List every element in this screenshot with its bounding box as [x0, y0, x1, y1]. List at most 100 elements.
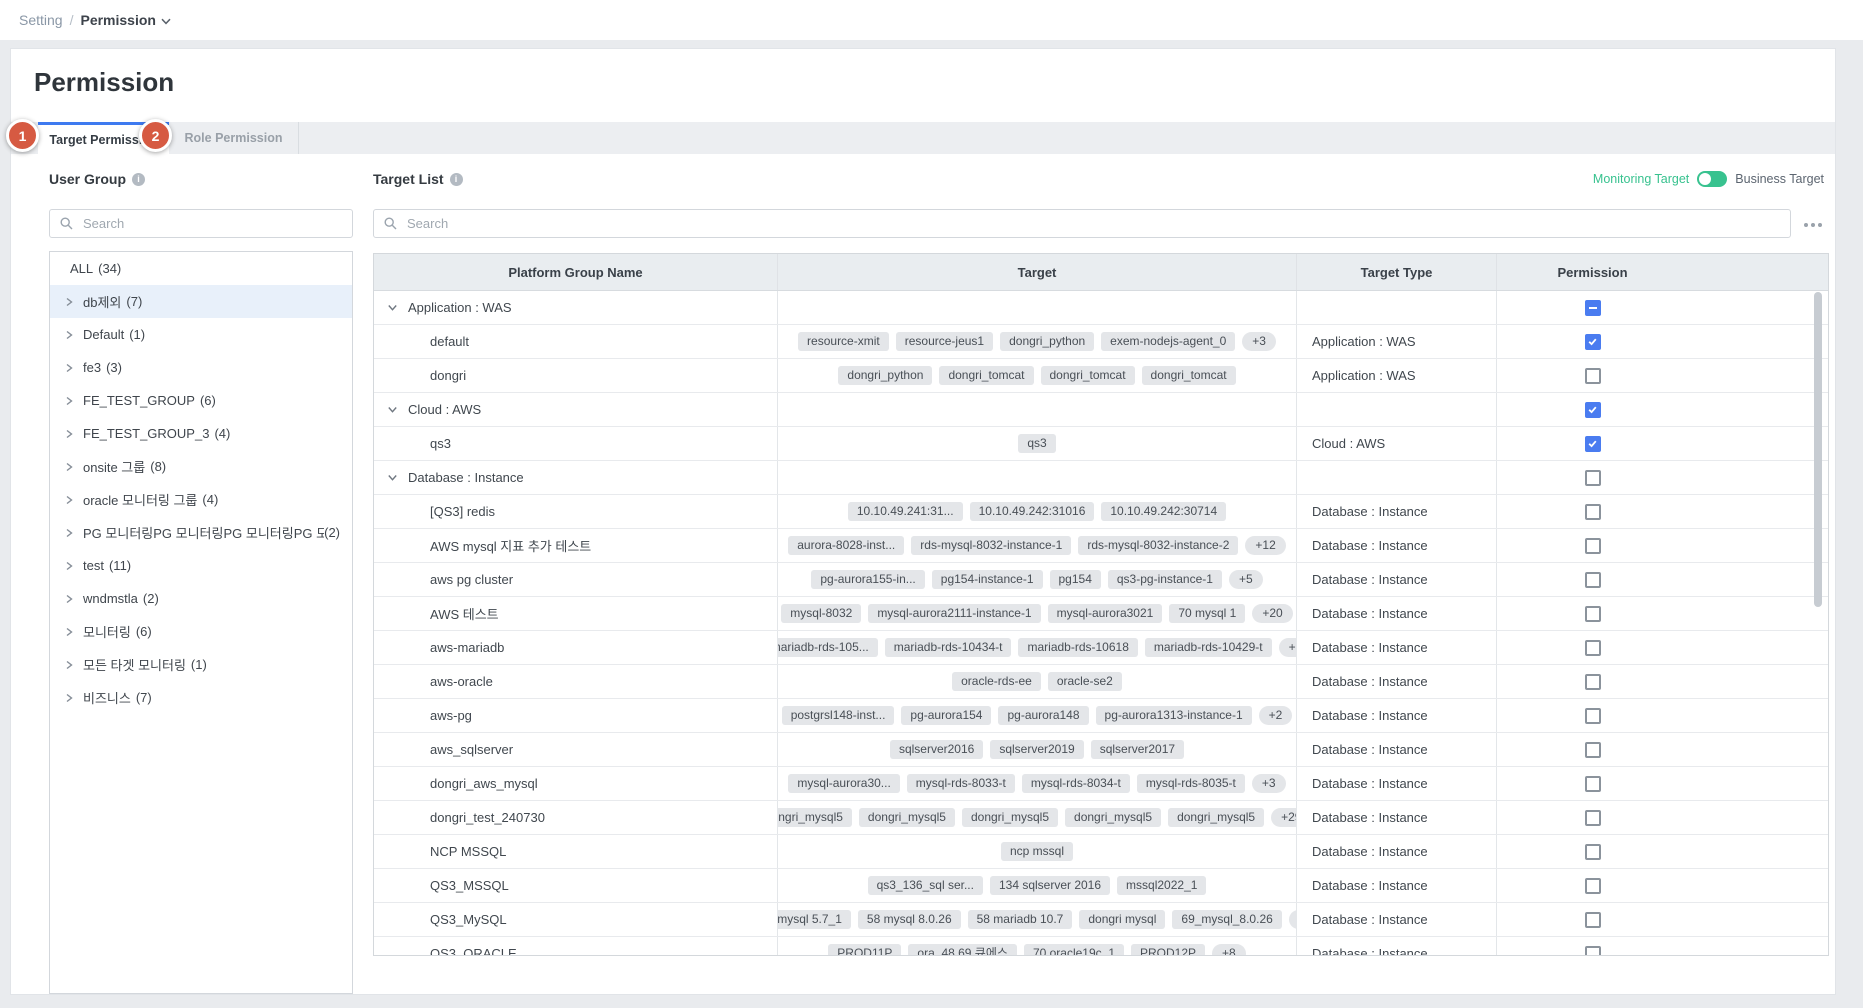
permission-checkbox[interactable]	[1585, 776, 1601, 792]
user-group-item[interactable]: 비즈니스(7)	[50, 681, 352, 714]
user-group-item[interactable]: test(11)	[50, 549, 352, 582]
breadcrumb-permission-dropdown[interactable]: Permission	[80, 12, 170, 28]
chevron-down-icon	[161, 18, 171, 25]
target-tag: pg-aurora148	[998, 706, 1088, 726]
user-group-name: oracle 모니터링 그룹	[83, 490, 197, 509]
permission-checkbox[interactable]	[1585, 606, 1601, 622]
permission-checkbox[interactable]	[1585, 810, 1601, 826]
permission-checkbox[interactable]	[1585, 674, 1601, 690]
chevron-right-icon[interactable]	[64, 693, 74, 703]
more-tags-badge[interactable]: +3	[1279, 638, 1297, 658]
user-group-count: (1)	[191, 657, 207, 672]
table-row: NCP MSSQLncp mssqlDatabase : Instance	[374, 835, 1828, 869]
target-tag: ora_48.69 큐에스	[908, 944, 1017, 956]
chevron-right-icon[interactable]	[64, 297, 74, 307]
tab-role-permission[interactable]: Role Permission	[169, 122, 299, 154]
more-options-button[interactable]	[1800, 219, 1826, 231]
chevron-right-icon[interactable]	[64, 660, 74, 670]
target-tag: mariadb-rds-10429-t	[1145, 638, 1272, 658]
permission-checkbox[interactable]	[1585, 334, 1601, 350]
target-search	[373, 209, 1791, 238]
user-group-item[interactable]: wndmstla(2)	[50, 582, 352, 615]
user-group-item[interactable]: Default(1)	[50, 318, 352, 351]
monitoring-business-toggle[interactable]	[1697, 171, 1727, 187]
table-row: aws-oracleoracle-rds-eeoracle-se2Databas…	[374, 665, 1828, 699]
chevron-right-icon[interactable]	[64, 528, 74, 538]
table-row: QS3_MySQL70 mysql 5.7_158 mysql 8.0.2658…	[374, 903, 1828, 937]
table-scrollbar[interactable]	[1814, 292, 1822, 607]
permission-checkbox[interactable]	[1585, 912, 1601, 928]
chevron-right-icon[interactable]	[64, 594, 74, 604]
user-group-item[interactable]: FE_TEST_GROUP_3(4)	[50, 417, 352, 450]
more-tags-badge[interactable]: +3	[1252, 774, 1286, 794]
permission-checkbox[interactable]	[1585, 538, 1601, 554]
permission-checkbox[interactable]	[1585, 878, 1601, 894]
more-tags-badge[interactable]: +12	[1245, 536, 1285, 556]
platform-group-name: AWS mysql 지표 추가 테스트	[374, 529, 778, 562]
chevron-down-icon[interactable]	[387, 302, 398, 313]
permission-checkbox[interactable]	[1585, 946, 1601, 957]
permission-checkbox[interactable]	[1585, 368, 1601, 384]
chevron-right-icon[interactable]	[64, 462, 74, 472]
user-group-item[interactable]: 모니터링(6)	[50, 615, 352, 648]
table-group-row: Cloud : AWS	[374, 393, 1828, 427]
user-group-item[interactable]: ALL(34)	[50, 252, 352, 285]
more-tags-badge[interactable]: +5	[1229, 570, 1263, 590]
breadcrumb-setting[interactable]: Setting	[19, 12, 63, 28]
more-tags-badge[interactable]: +8	[1212, 944, 1246, 956]
permission-checkbox[interactable]	[1585, 504, 1601, 520]
target-tag: oracle-rds-ee	[952, 672, 1041, 692]
more-tags-badge[interactable]: +3	[1242, 332, 1276, 352]
col-platform-group-name: Platform Group Name	[374, 254, 778, 290]
user-group-item[interactable]: FE_TEST_GROUP(6)	[50, 384, 352, 417]
more-tags-badge[interactable]: +2	[1259, 706, 1293, 726]
chevron-right-icon[interactable]	[64, 627, 74, 637]
permission-checkbox[interactable]	[1585, 436, 1601, 452]
chevron-right-icon[interactable]	[64, 561, 74, 571]
info-icon[interactable]: i	[450, 173, 463, 186]
permission-checkbox[interactable]	[1585, 470, 1601, 486]
user-group-item[interactable]: onsite 그룹(8)	[50, 450, 352, 483]
target-tag: 70 mysql 1	[1169, 604, 1245, 624]
permission-checkbox[interactable]	[1585, 742, 1601, 758]
platform-group-name: Cloud : AWS	[408, 402, 481, 417]
target-tag: pg154-instance-1	[932, 570, 1043, 590]
target-tag: dongri_python	[1000, 332, 1094, 352]
chevron-down-icon[interactable]	[387, 472, 398, 483]
more-tags-badge[interactable]: +4	[1289, 910, 1297, 930]
target-tag: dongri_mysql5	[962, 808, 1058, 828]
top-bar: Setting / Permission	[0, 0, 1863, 40]
permission-card: Permission Target Permission Role Permis…	[10, 48, 1836, 995]
permission-checkbox[interactable]	[1585, 640, 1601, 656]
target-search-input[interactable]	[405, 215, 1790, 232]
chevron-right-icon[interactable]	[64, 330, 74, 340]
user-group-item[interactable]: PG 모니터링PG 모니터링PG 모니터링PG 모...(2)	[50, 516, 352, 549]
breadcrumb-current-label: Permission	[80, 12, 155, 28]
chevron-right-icon[interactable]	[64, 429, 74, 439]
platform-group-name: Database : Instance	[408, 470, 524, 485]
user-group-item[interactable]: fe3(3)	[50, 351, 352, 384]
permission-checkbox[interactable]	[1585, 300, 1601, 316]
more-tags-badge[interactable]: +298	[1271, 808, 1297, 828]
permission-checkbox[interactable]	[1585, 844, 1601, 860]
business-target-label: Business Target	[1735, 172, 1824, 186]
info-icon[interactable]: i	[132, 173, 145, 186]
user-group-item[interactable]: db제외(7)	[50, 285, 352, 318]
permission-checkbox[interactable]	[1585, 572, 1601, 588]
user-group-count: (8)	[150, 459, 166, 474]
permission-checkbox[interactable]	[1585, 402, 1601, 418]
target-tag: mysql-rds-8034-t	[1022, 774, 1130, 794]
user-group-item[interactable]: 모든 타겟 모니터링(1)	[50, 648, 352, 681]
permission-checkbox[interactable]	[1585, 708, 1601, 724]
user-group-search-input[interactable]	[81, 215, 352, 232]
more-tags-badge[interactable]: +20	[1252, 604, 1292, 624]
target-type: Cloud : AWS	[1297, 427, 1497, 460]
platform-group-name: default	[374, 325, 778, 358]
chevron-down-icon[interactable]	[387, 404, 398, 415]
chevron-right-icon[interactable]	[64, 396, 74, 406]
annotation-badge-2: 2	[139, 119, 172, 152]
chevron-right-icon[interactable]	[64, 495, 74, 505]
table-row: dongri_test_240730dongri_mysql5dongri_my…	[374, 801, 1828, 835]
chevron-right-icon[interactable]	[64, 363, 74, 373]
user-group-item[interactable]: oracle 모니터링 그룹(4)	[50, 483, 352, 516]
